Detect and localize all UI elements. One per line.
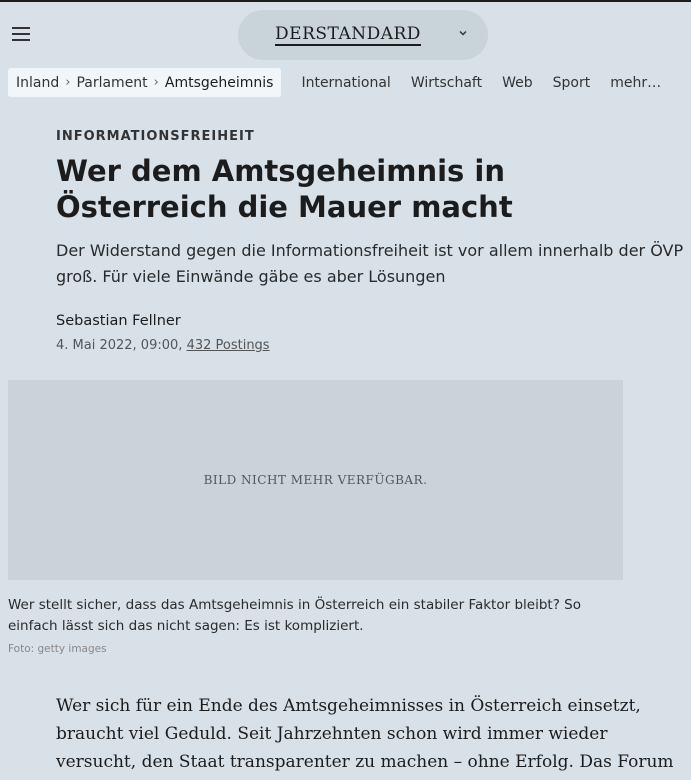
breadcrumb-item-inland[interactable]: Inland — [16, 75, 59, 91]
nav-link-wirtschaft[interactable]: Wirtschaft — [411, 75, 482, 91]
breadcrumb-separator-icon: › — [65, 75, 71, 90]
nav-link-more[interactable]: mehr… — [610, 75, 661, 91]
postings-link[interactable]: 432 Postings — [187, 338, 270, 353]
site-logo[interactable]: DERSTANDARD — [275, 24, 421, 46]
site-logo-switcher[interactable]: DERSTANDARD — [238, 10, 488, 60]
article-author[interactable]: Sebastian Fellner — [56, 313, 181, 329]
article-body-paragraph: Wer sich für ein Ende des Amtsgeheimniss… — [56, 696, 674, 772]
breadcrumb-separator-icon: › — [153, 75, 159, 90]
nav-link-web[interactable]: Web — [502, 75, 533, 91]
breadcrumb-item-amtsgeheimnis[interactable]: Amtsgeheimnis — [165, 75, 274, 91]
image-caption: Wer stellt sicher, dass das Amtsgeheimni… — [8, 597, 581, 634]
article-lead: Der Widerstand gegen die Informationsfre… — [56, 241, 684, 286]
hamburger-menu-icon[interactable] — [12, 27, 30, 43]
nav-link-sport[interactable]: Sport — [553, 75, 591, 91]
article-date: 4. Mai 2022, 09:00, — [56, 338, 183, 353]
image-unavailable-label: BILD NICHT MEHR VERFÜGBAR. — [203, 473, 428, 487]
nav-link-international[interactable]: International — [301, 75, 390, 91]
breadcrumb: Inland › Parlament › Amtsgeheimnis — [8, 68, 282, 97]
top-border — [0, 0, 691, 2]
section-navigation: Inland › Parlament › Amtsgeheimnis Inter… — [8, 68, 661, 97]
article-meta: 4. Mai 2022, 09:00, 432 Postings — [56, 338, 270, 353]
image-credit: Foto: getty images — [8, 643, 107, 655]
article-title: Wer dem Amtsgeheimnis in Österreich die … — [56, 154, 513, 224]
article-image-placeholder: BILD NICHT MEHR VERFÜGBAR. — [8, 380, 623, 580]
article-kicker: INFORMATIONSFREIHEIT — [56, 129, 255, 144]
breadcrumb-item-parlament[interactable]: Parlament — [76, 75, 147, 91]
chevron-down-icon[interactable] — [458, 28, 468, 38]
